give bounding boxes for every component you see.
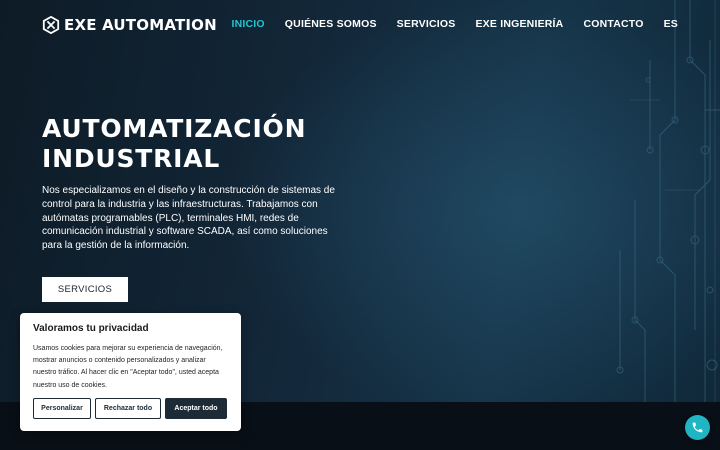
hero-title: AUTOMATIZACIÓN INDUSTRIAL [42, 114, 382, 174]
nav-item-exe-ingenieria[interactable]: EXE INGENIERÍA [475, 18, 563, 30]
logo-text: EXE AUTOMATION [64, 16, 217, 34]
reject-all-button[interactable]: Rechazar todo [95, 398, 161, 419]
hero-description: Nos especializamos en el diseño y la con… [42, 185, 335, 252]
services-button[interactable]: SERVICIOS [42, 277, 128, 302]
nav-item-servicios[interactable]: SERVICIOS [397, 18, 456, 30]
logo-hexagon-icon [42, 16, 60, 34]
cookie-actions: Personalizar Rechazar todo Aceptar todo [33, 398, 227, 419]
customize-button[interactable]: Personalizar [33, 398, 91, 419]
nav-item-inicio[interactable]: INICIO [232, 18, 265, 30]
phone-icon [692, 422, 703, 433]
hero-title-line2: INDUSTRIAL [42, 144, 221, 173]
main-nav: INICIO QUIÉNES SOMOS SERVICIOS EXE INGEN… [232, 18, 679, 30]
hero-title-line1: AUTOMATIZACIÓN [42, 114, 307, 143]
logo[interactable]: EXE AUTOMATION [42, 14, 217, 36]
nav-item-contacto[interactable]: CONTACTO [583, 18, 643, 30]
accept-all-button[interactable]: Aceptar todo [165, 398, 227, 419]
nav-item-quienes-somos[interactable]: QUIÉNES SOMOS [285, 18, 377, 30]
cookie-banner: Valoramos tu privacidad Usamos cookies p… [20, 313, 241, 431]
cookie-text: Usamos cookies para mejorar su experienc… [33, 345, 223, 389]
circuit-background [616, 0, 720, 402]
language-selector[interactable]: ES [664, 18, 678, 30]
phone-button[interactable] [685, 415, 710, 440]
cookie-title: Valoramos tu privacidad [33, 323, 149, 334]
